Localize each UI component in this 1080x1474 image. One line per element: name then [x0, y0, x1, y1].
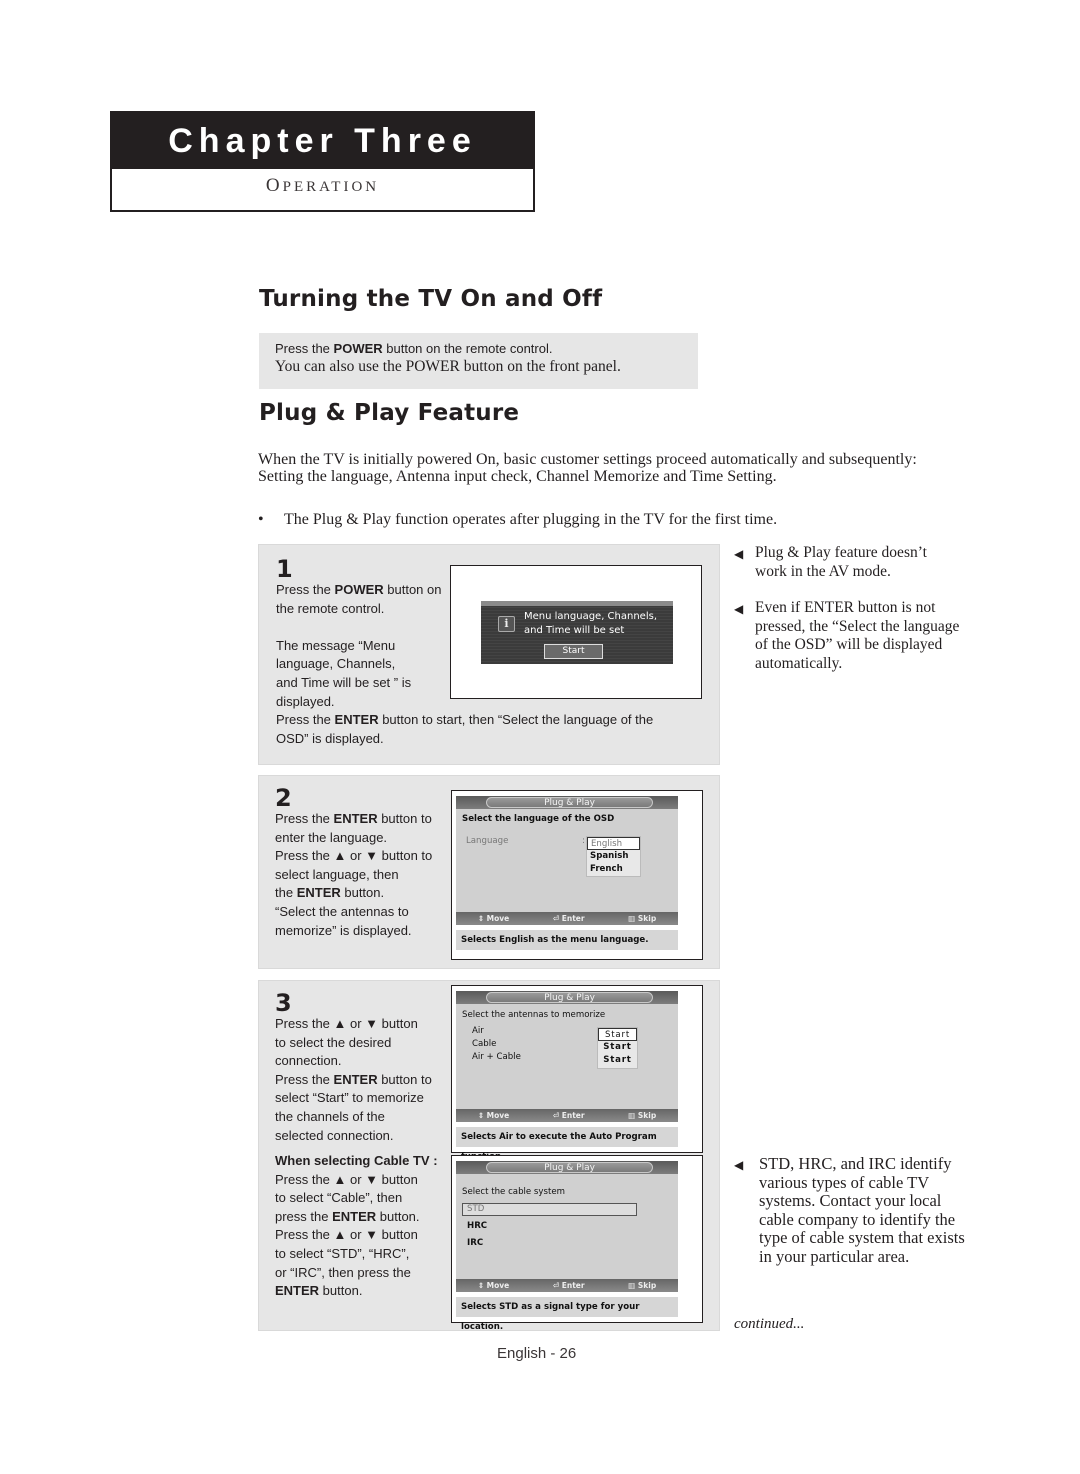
osd-start-button[interactable]: Start	[544, 644, 603, 659]
page-number: English - 26	[497, 1345, 577, 1362]
antenna-osd: Plug & Play Select the antennas to memor…	[456, 991, 678, 1162]
move-hint: ⇕ Move	[477, 914, 510, 923]
bullet-note: • The Plug & Play function operates after…	[258, 511, 778, 528]
cable-system-osd: Plug & Play Select the cable system STD …	[456, 1161, 678, 1332]
chapter-subtitle: OPERATION	[265, 175, 380, 196]
antenna-label-cable: Cable	[472, 1039, 497, 1049]
antenna-label-air-cable: Air + Cable	[472, 1052, 521, 1062]
note-enter-auto: ◀ Even if ENTER button is not pressed, t…	[734, 599, 960, 672]
step-1-text: Press the POWER button on the remote con…	[276, 582, 442, 709]
skip-hint: ▥ Skip	[628, 1111, 657, 1120]
cable-tv-instructions: When selecting Cable TV : Press the ▲ or…	[275, 1153, 438, 1299]
note-arrow-icon: ◀	[734, 547, 744, 561]
osd-nav-bar: ⇕ Move ⏎ Enter ▥ Skip	[456, 1109, 678, 1122]
power-line-remote: Press the POWER button on the remote con…	[275, 341, 553, 356]
step-3-text: Press the ▲ or ▼ button to select the de…	[275, 1016, 432, 1143]
cable-option-irc[interactable]: IRC	[467, 1238, 483, 1248]
move-hint: ⇕ Move	[477, 1281, 510, 1290]
osd-message: Menu language, Channels, and Time will b…	[524, 611, 657, 636]
step-3-cable-screen-frame: Plug & Play Select the cable system STD …	[451, 1155, 703, 1332]
language-dropdown[interactable]: English Spanish French	[586, 836, 641, 877]
language-option[interactable]: French	[587, 863, 640, 876]
osd-title: Plug & Play	[486, 797, 653, 808]
step-2-panel: 2 Press the ENTER button to enter the la…	[258, 775, 720, 969]
osd-title: Plug & Play	[486, 1162, 653, 1173]
chapter-header: Chapter Three OPERATION	[110, 111, 535, 212]
osd-help-text: Selects Air to execute the Auto Program …	[456, 1127, 678, 1162]
step-1-screen-frame: i Menu language, Channels, and Time will…	[450, 565, 702, 699]
section-title-power: Turning the TV On and Off	[259, 286, 603, 312]
cable-option-hrc[interactable]: HRC	[467, 1221, 487, 1231]
chapter-title: Chapter Three	[112, 113, 533, 169]
note-av-mode: ◀ Plug & Play feature doesn’t work in th…	[734, 544, 927, 580]
step-1-panel: 1 Press the POWER button on the remote c…	[258, 544, 720, 765]
osd-heading: Select the language of the OSD	[462, 814, 615, 824]
skip-hint: ▥ Skip	[628, 1281, 657, 1290]
language-option[interactable]: English	[587, 837, 640, 850]
step-number: 1	[276, 555, 293, 583]
cable-option-std[interactable]: STD	[462, 1203, 637, 1216]
note-arrow-icon: ◀	[734, 1158, 744, 1172]
osd-heading: Select the antennas to memorize	[462, 1010, 606, 1020]
language-label: Language	[466, 836, 509, 846]
osd-nav-bar: ⇕ Move ⏎ Enter ▥ Skip	[456, 912, 678, 925]
osd-help-text: Selects STD as a signal type for your lo…	[456, 1297, 678, 1332]
bullet-icon: •	[258, 511, 264, 528]
language-option[interactable]: Spanish	[587, 850, 640, 863]
osd-title: Plug & Play	[486, 992, 653, 1003]
step-number: 2	[275, 784, 292, 812]
antenna-label-air: Air	[472, 1026, 484, 1036]
step-1-enter-text: Press the ENTER button to start, then “S…	[276, 712, 654, 746]
osd-heading: Select the cable system	[462, 1187, 565, 1197]
enter-hint: ⏎ Enter	[552, 1111, 585, 1120]
step-3-panel: 3 Press the ▲ or ▼ button to select the …	[258, 980, 720, 1332]
power-instructions-box: Press the POWER button on the remote con…	[259, 333, 698, 389]
power-line-front-panel: You can also use the POWER button on the…	[275, 358, 621, 375]
skip-hint: ▥ Skip	[628, 914, 657, 923]
step-3-antenna-screen-frame: Plug & Play Select the antennas to memor…	[451, 985, 703, 1162]
step-2-screen-frame: Plug & Play Select the language of the O…	[451, 790, 703, 960]
intro-paragraph: When the TV is initially powered On, bas…	[258, 451, 917, 485]
start-air-cable-button[interactable]: Start	[598, 1054, 637, 1067]
antenna-start-list: Start Start Start	[597, 1027, 638, 1069]
note-arrow-icon: ◀	[734, 602, 744, 616]
osd-help-text: Selects English as the menu language.	[456, 930, 678, 950]
step-2-text: Press the ENTER button to enter the lang…	[275, 811, 433, 938]
info-icon: i	[498, 616, 515, 632]
osd-nav-bar: ⇕ Move ⏎ Enter ▥ Skip	[456, 1279, 678, 1292]
enter-hint: ⏎ Enter	[552, 1281, 585, 1290]
language-osd: Plug & Play Select the language of the O…	[456, 796, 678, 950]
continued-label: continued...	[734, 1316, 805, 1332]
move-hint: ⇕ Move	[477, 1111, 510, 1120]
section-title-plug-play: Plug & Play Feature	[259, 400, 520, 426]
start-cable-button[interactable]: Start	[598, 1041, 637, 1054]
note-cable-systems: ◀ STD, HRC, and IRC identify various typ…	[734, 1154, 965, 1266]
setup-message-osd: i Menu language, Channels, and Time will…	[481, 601, 673, 664]
start-air-button[interactable]: Start	[598, 1028, 637, 1041]
enter-hint: ⏎ Enter	[552, 914, 585, 923]
step-number: 3	[275, 989, 292, 1017]
